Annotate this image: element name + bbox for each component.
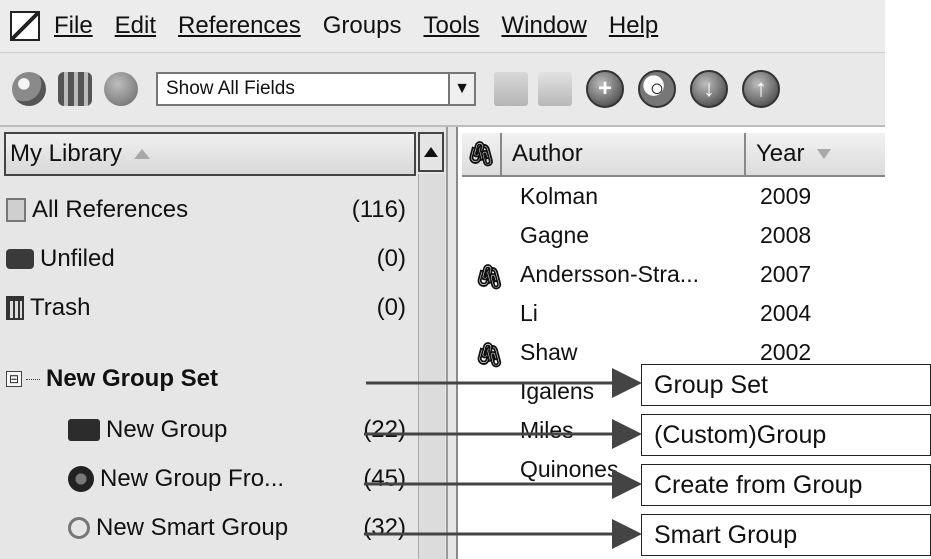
- annotation-label: Smart Group: [654, 520, 798, 549]
- annotation-custom-group: (Custom)Group: [641, 414, 931, 456]
- annotation-label: Create from Group: [654, 470, 863, 499]
- annotation-label: (Custom)Group: [654, 420, 827, 449]
- annotation-smart-group: Smart Group: [641, 514, 931, 556]
- annotation-label: Group Set: [654, 370, 768, 399]
- annotation-create-from-group: Create from Group: [641, 464, 931, 506]
- annotation-group-set: Group Set: [641, 364, 931, 406]
